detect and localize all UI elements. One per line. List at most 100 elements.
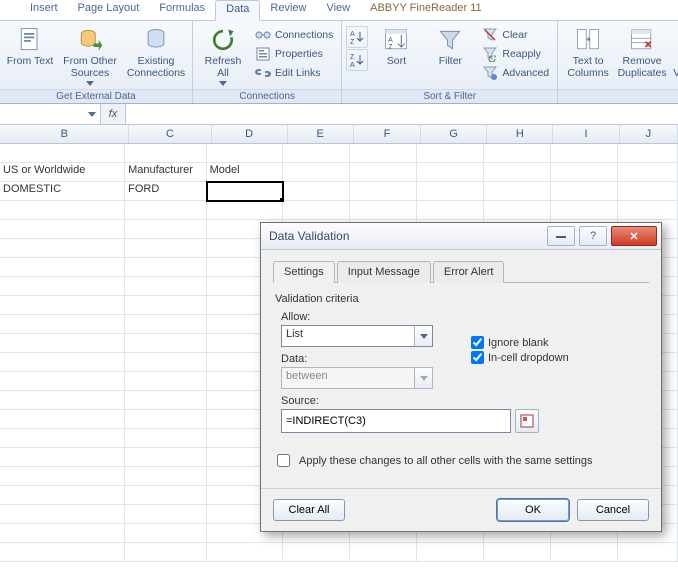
tab-data[interactable]: Data bbox=[215, 0, 260, 21]
dialog-minimize-button[interactable] bbox=[547, 226, 575, 246]
sort-desc-button[interactable]: ZA bbox=[346, 49, 368, 71]
cell[interactable] bbox=[551, 182, 618, 201]
dialog-help-button[interactable]: ? bbox=[579, 226, 607, 246]
cell[interactable] bbox=[484, 163, 551, 182]
cell[interactable]: FORD bbox=[125, 182, 206, 201]
cell[interactable] bbox=[0, 220, 125, 239]
refresh-all-button[interactable]: Refresh All bbox=[197, 24, 249, 88]
cell[interactable] bbox=[350, 182, 418, 201]
cell[interactable] bbox=[417, 163, 484, 182]
cell[interactable] bbox=[618, 543, 678, 562]
cell[interactable]: DOMESTIC bbox=[0, 182, 125, 201]
cell[interactable] bbox=[125, 353, 206, 372]
cell[interactable] bbox=[350, 163, 418, 182]
text-to-columns-button[interactable]: Text to Columns bbox=[562, 24, 614, 81]
reapply-button[interactable]: Reapply bbox=[478, 45, 553, 63]
cell[interactable] bbox=[125, 429, 206, 448]
tab-insert[interactable]: Insert bbox=[20, 0, 68, 20]
clear-all-button[interactable]: Clear All bbox=[273, 499, 345, 521]
cell[interactable] bbox=[551, 144, 618, 163]
cell[interactable] bbox=[283, 182, 350, 201]
connections-button[interactable]: Connections bbox=[251, 26, 337, 44]
edit-links-button[interactable]: Edit Links bbox=[251, 64, 337, 82]
cell[interactable] bbox=[0, 429, 125, 448]
cell[interactable] bbox=[125, 239, 206, 258]
cell[interactable] bbox=[125, 258, 206, 277]
cell[interactable] bbox=[350, 201, 418, 220]
column-header[interactable]: J bbox=[620, 125, 678, 143]
cell[interactable] bbox=[417, 182, 484, 201]
existing-connections-button[interactable]: Existing Connections bbox=[124, 24, 188, 81]
tab-settings[interactable]: Settings bbox=[273, 261, 335, 283]
ok-button[interactable]: OK bbox=[497, 499, 569, 521]
cell[interactable] bbox=[125, 448, 206, 467]
cell[interactable] bbox=[0, 201, 125, 220]
filter-button[interactable]: Filter bbox=[424, 24, 476, 70]
cell[interactable] bbox=[618, 144, 678, 163]
dialog-titlebar[interactable]: Data Validation ? ✕ bbox=[261, 223, 661, 250]
cell[interactable] bbox=[484, 201, 551, 220]
cell[interactable] bbox=[0, 505, 125, 524]
cell[interactable] bbox=[551, 543, 618, 562]
tab-abbyy[interactable]: ABBYY FineReader 11 bbox=[360, 0, 492, 20]
tab-formulas[interactable]: Formulas bbox=[149, 0, 215, 20]
cell[interactable] bbox=[125, 486, 206, 505]
cell[interactable] bbox=[0, 144, 125, 163]
column-header[interactable]: G bbox=[421, 125, 487, 143]
cell[interactable] bbox=[618, 201, 678, 220]
cell[interactable] bbox=[125, 315, 206, 334]
clear-button[interactable]: Clear bbox=[478, 26, 553, 44]
cell[interactable] bbox=[350, 144, 418, 163]
column-header[interactable]: B bbox=[0, 125, 129, 143]
dialog-close-button[interactable]: ✕ bbox=[611, 226, 657, 246]
properties-button[interactable]: Properties bbox=[251, 45, 337, 63]
cell[interactable] bbox=[484, 144, 551, 163]
cell[interactable] bbox=[0, 372, 125, 391]
cell[interactable] bbox=[125, 543, 206, 562]
cell[interactable] bbox=[0, 448, 125, 467]
cell[interactable] bbox=[0, 334, 125, 353]
cell[interactable] bbox=[417, 201, 484, 220]
cell[interactable] bbox=[0, 543, 125, 562]
tab-input-message[interactable]: Input Message bbox=[337, 261, 431, 283]
cell[interactable] bbox=[207, 543, 283, 562]
formula-input[interactable] bbox=[126, 104, 678, 124]
tab-review[interactable]: Review bbox=[260, 0, 316, 20]
name-box[interactable] bbox=[0, 104, 101, 124]
allow-combo[interactable]: List bbox=[281, 325, 433, 347]
cell[interactable]: Manufacturer bbox=[125, 163, 206, 182]
source-input[interactable] bbox=[281, 409, 511, 433]
cell[interactable] bbox=[551, 163, 618, 182]
cell[interactable] bbox=[125, 467, 206, 486]
incell-dropdown-input[interactable] bbox=[471, 351, 484, 364]
cell[interactable] bbox=[0, 239, 125, 258]
sort-button[interactable]: AZ Sort bbox=[370, 24, 422, 70]
cell[interactable] bbox=[0, 353, 125, 372]
cell[interactable] bbox=[417, 144, 484, 163]
cell[interactable] bbox=[484, 182, 551, 201]
cell[interactable] bbox=[207, 182, 283, 201]
cell[interactable] bbox=[0, 258, 125, 277]
column-header[interactable]: I bbox=[553, 125, 619, 143]
cancel-button[interactable]: Cancel bbox=[577, 499, 649, 521]
column-header[interactable]: F bbox=[354, 125, 421, 143]
cell[interactable] bbox=[0, 277, 125, 296]
cell[interactable] bbox=[0, 391, 125, 410]
cell[interactable] bbox=[618, 163, 678, 182]
cell[interactable] bbox=[551, 201, 618, 220]
cell[interactable] bbox=[0, 296, 125, 315]
cell[interactable] bbox=[125, 220, 206, 239]
cell[interactable] bbox=[283, 163, 350, 182]
cell[interactable] bbox=[283, 201, 350, 220]
column-header[interactable]: D bbox=[212, 125, 288, 143]
advanced-button[interactable]: Advanced bbox=[478, 64, 553, 82]
column-header[interactable]: C bbox=[129, 125, 211, 143]
cell[interactable] bbox=[125, 505, 206, 524]
cell[interactable] bbox=[618, 182, 678, 201]
sort-asc-button[interactable]: AZ bbox=[346, 26, 368, 48]
fx-button[interactable]: fx bbox=[101, 104, 126, 124]
tab-view[interactable]: View bbox=[316, 0, 360, 20]
tab-page-layout[interactable]: Page Layout bbox=[68, 0, 150, 20]
incell-dropdown-checkbox[interactable]: In-cell dropdown bbox=[471, 351, 569, 364]
column-header[interactable]: H bbox=[487, 125, 553, 143]
